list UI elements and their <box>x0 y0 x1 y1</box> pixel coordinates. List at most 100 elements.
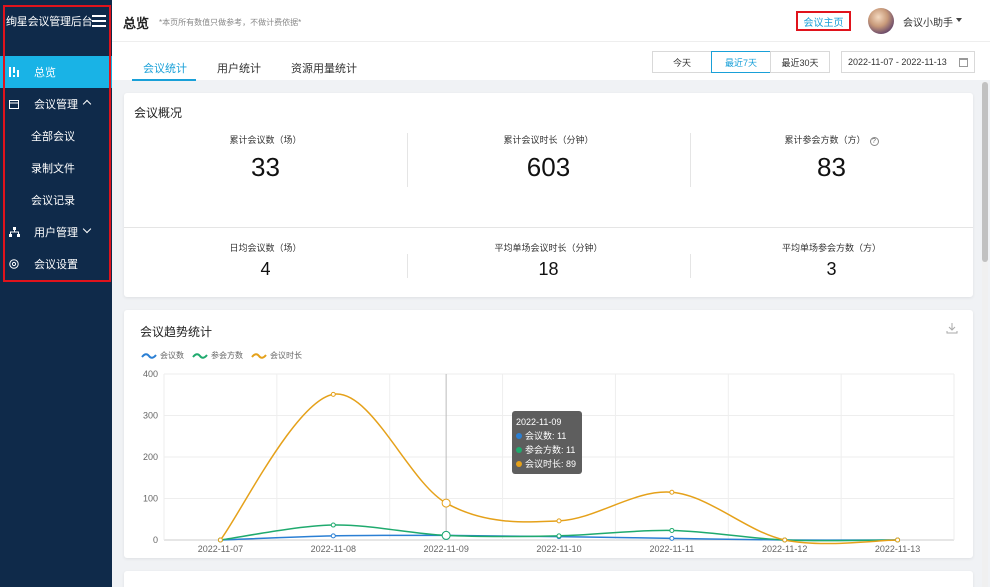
tooltip-row: 参会方数: 11 <box>516 443 578 457</box>
stat-label: 累计参会方数（方）? <box>690 133 973 146</box>
stat-total-duration: 累计会议时长（分钟） 603 <box>407 133 690 183</box>
chart-tooltip: 2022-11-09 会议数: 11 参会方数: 11 会议时长: 89 <box>512 411 582 474</box>
data-point <box>556 533 562 539</box>
range-today-button[interactable]: 今天 <box>652 51 712 73</box>
data-point <box>330 391 336 397</box>
tooltip-value: 会议数: 11 <box>525 431 567 441</box>
overview-card: 会议概况 累计会议数（场） 33 累计会议时长（分钟） 603 累计参会方数（方… <box>124 93 973 297</box>
caret-down-icon[interactable] <box>956 18 962 22</box>
x-tick-label: 2022-11-10 <box>536 544 581 554</box>
stat-avg-participants: 平均单场参会方数（方） 3 <box>690 241 973 280</box>
sidebar-item-label: 录制文件 <box>31 163 75 175</box>
stat-label: 平均单场会议时长（分钟） <box>494 243 603 253</box>
y-tick-label: 100 <box>143 494 158 504</box>
dashboard-icon <box>8 66 20 78</box>
data-point <box>330 522 336 528</box>
y-tick-label: 400 <box>143 369 158 379</box>
brand-title: 绚星会议管理后台 <box>6 16 93 28</box>
menu-toggle-icon[interactable] <box>92 15 106 27</box>
sidebar-item-meeting-management[interactable]: 会议管理 <box>0 88 112 120</box>
series-dot-icon <box>516 447 522 453</box>
sidebar-item-label: 会议记录 <box>31 195 75 207</box>
date-range-value: 2022-11-07 - 2022-11-13 <box>848 57 947 67</box>
stat-label: 累计会议时长（分钟） <box>503 135 594 145</box>
y-tick-label: 0 <box>153 535 158 545</box>
x-tick-label: 2022-11-09 <box>423 544 468 554</box>
tooltip-row: 会议时长: 89 <box>516 457 578 471</box>
tooltip-row: 会议数: 11 <box>516 429 578 443</box>
stat-value: 603 <box>526 152 571 182</box>
tooltip-value: 参会方数: 11 <box>525 445 576 455</box>
sidebar-nav: 总览 会议管理 全部会议 录制文件 会议记录 用户管理 会议设置 <box>0 56 112 280</box>
tooltip-date: 2022-11-09 <box>516 417 562 427</box>
calendar-icon <box>959 58 968 67</box>
meeting-home-link[interactable]: 会议主页 <box>796 11 851 31</box>
active-tab-indicator <box>132 79 196 81</box>
chevron-up-icon <box>82 99 92 109</box>
data-point <box>441 498 451 508</box>
x-tick-label: 2022-11-08 <box>311 544 356 554</box>
data-point <box>669 527 675 533</box>
sidebar-item-label: 会议设置 <box>34 259 78 271</box>
data-point <box>217 537 223 543</box>
sidebar-item-user-management[interactable]: 用户管理 <box>0 216 112 248</box>
stat-value: 18 <box>538 259 559 279</box>
range-30days-button[interactable]: 最近30天 <box>770 51 830 73</box>
tabs-bar: 会议统计 用户统计 资源用量统计 今天 最近7天 最近30天 2022-11-0… <box>112 42 990 81</box>
data-point <box>669 535 675 541</box>
brand-header: 绚星会议管理后台 <box>0 0 112 42</box>
stat-avg-duration: 平均单场会议时长（分钟） 18 <box>407 241 690 280</box>
chevron-down-icon <box>82 224 92 234</box>
stat-daily-avg-meetings: 日均会议数（场） 4 <box>124 241 407 280</box>
y-tick-label: 200 <box>143 452 158 462</box>
page-scrollbar[interactable] <box>982 82 988 587</box>
tab-user-stats[interactable]: 用户统计 <box>217 60 261 76</box>
stat-label: 累计会议数（场） <box>229 135 302 145</box>
data-point <box>330 533 336 539</box>
stat-label-text: 累计参会方数（方） <box>784 135 866 145</box>
sidebar-item-recordings[interactable]: 录制文件 <box>0 152 112 184</box>
date-range-picker[interactable]: 2022-11-07 - 2022-11-13 <box>841 51 975 73</box>
sidebar: 绚星会议管理后台 总览 会议管理 全部会议 录制文件 会议记录 用户管理 会议设… <box>0 0 112 587</box>
data-point <box>895 537 901 543</box>
stat-value: 83 <box>817 152 846 182</box>
calendar-icon <box>8 98 20 110</box>
data-point <box>669 489 675 495</box>
sidebar-item-label: 总览 <box>34 67 56 79</box>
sidebar-item-label: 全部会议 <box>31 131 75 143</box>
tooltip-value: 会议时长: 89 <box>525 459 577 469</box>
range-7days-button[interactable]: 最近7天 <box>711 51 771 73</box>
data-point <box>782 537 788 543</box>
divider <box>124 227 973 228</box>
tab-resource-stats[interactable]: 资源用量统计 <box>291 60 357 76</box>
top-header: 总览 *本页所有数值只做参考，不做计费依据* 会议主页 会议小助手 <box>112 0 990 42</box>
avatar[interactable] <box>868 8 894 34</box>
help-icon[interactable]: ? <box>869 137 879 146</box>
series-dot-icon <box>516 461 522 467</box>
sidebar-item-meeting-settings[interactable]: 会议设置 <box>0 248 112 280</box>
scrollbar-thumb[interactable] <box>982 82 988 262</box>
sidebar-item-label: 用户管理 <box>34 227 78 239</box>
x-tick-label: 2022-11-11 <box>650 544 695 554</box>
stat-value: 4 <box>260 259 271 279</box>
page-note: *本页所有数值只做参考，不做计费依据* <box>159 18 302 27</box>
sidebar-item-all-meetings[interactable]: 全部会议 <box>0 120 112 152</box>
tab-meeting-stats[interactable]: 会议统计 <box>143 60 187 76</box>
overview-title: 会议概况 <box>134 106 183 120</box>
y-tick-label: 300 <box>143 411 158 421</box>
next-card <box>124 571 973 587</box>
user-name[interactable]: 会议小助手 <box>903 14 953 29</box>
org-tree-icon <box>8 226 20 238</box>
x-tick-label: 2022-11-13 <box>875 544 920 554</box>
stat-label: 日均会议数（场） <box>229 243 302 253</box>
sidebar-item-meeting-records[interactable]: 会议记录 <box>0 184 112 216</box>
page-title: 总览 <box>123 16 150 31</box>
stat-label: 平均单场参会方数（方） <box>781 243 881 253</box>
sidebar-item-overview[interactable]: 总览 <box>0 56 112 88</box>
trend-card: 会议趋势统计 会议数 参会方数 会议时长 0 100 200 300 400 2022-11-… <box>124 310 973 558</box>
gear-icon <box>8 258 20 270</box>
data-point <box>441 530 451 540</box>
series-dot-icon <box>516 433 522 439</box>
x-tick-label: 2022-11-07 <box>198 544 243 554</box>
stat-value: 3 <box>826 259 837 279</box>
